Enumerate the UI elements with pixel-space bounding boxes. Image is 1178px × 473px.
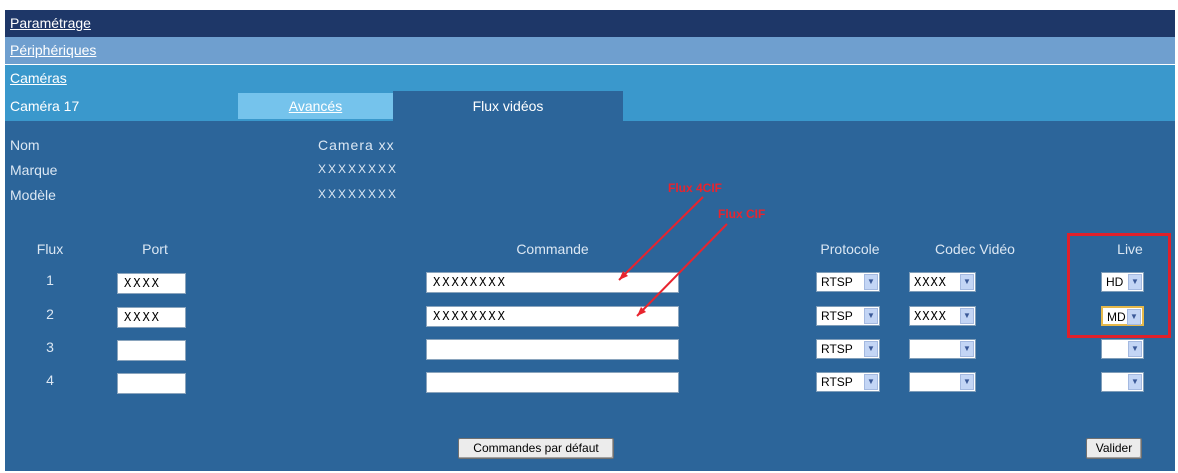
link-cameras[interactable]: Caméras [10,70,67,86]
arrow-flux-cif [636,223,728,317]
tab-bar: Caméra 17 Avancés Flux vidéos [5,91,1175,121]
link-peripheriques[interactable]: Périphériques [10,42,96,58]
tab-flux-videos[interactable]: Flux vidéos [393,91,623,121]
breadcrumb-parametrage: Paramétrage [5,10,1175,37]
tab-avances[interactable]: Avancés [238,93,393,119]
flux-videos-content: Nom Camera xx Marque XXXXXXXX Modèle XXX… [5,121,1175,471]
settings-panel: Paramétrage Périphériques Caméras Caméra… [5,10,1175,471]
link-parametrage[interactable]: Paramétrage [10,15,91,31]
camera-title: Caméra 17 [10,98,80,114]
annotation-arrows [618,196,728,317]
breadcrumb-cameras: Caméras [5,65,1175,91]
tab-avances-label[interactable]: Avancés [289,98,342,114]
arrow-flux-4cif [618,196,704,281]
breadcrumb-peripheriques: Périphériques [5,37,1175,64]
